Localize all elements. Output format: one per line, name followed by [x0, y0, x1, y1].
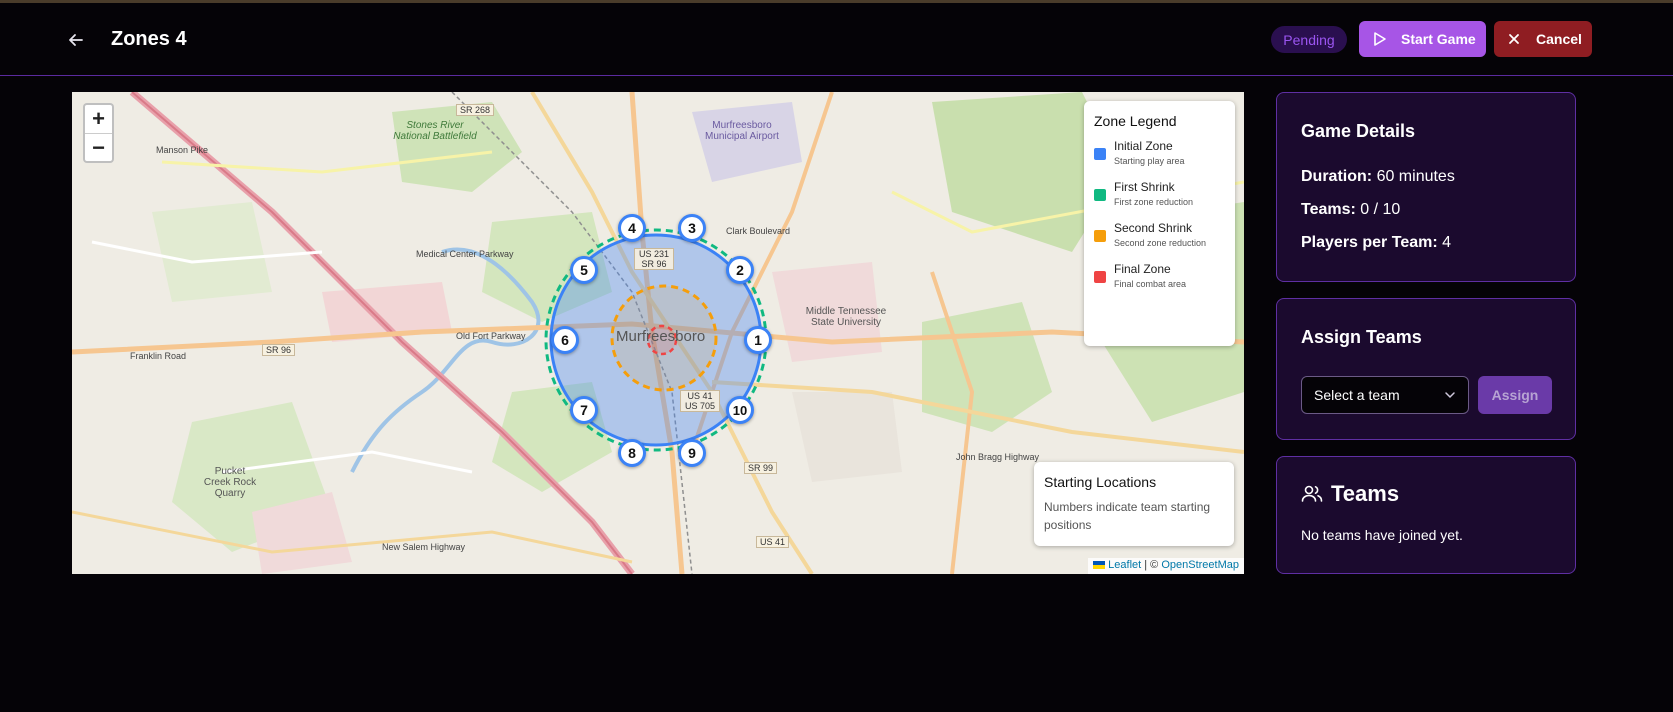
- map-label-mtsu: Middle Tennessee State University: [805, 306, 887, 328]
- team-start-marker-4[interactable]: 4: [618, 214, 646, 242]
- map-shield-us41: US 41: [756, 536, 790, 548]
- teams-count-label: Teams:: [1301, 201, 1356, 218]
- players-per-team-row: Players per Team: 4: [1301, 234, 1551, 252]
- page-header: Zones 4 Pending Start Game Cancel: [0, 3, 1673, 76]
- zoom-in-button[interactable]: +: [85, 105, 112, 133]
- starting-locations-panel: Starting Locations Numbers indicate team…: [1034, 462, 1234, 546]
- zone-legend: Zone Legend Initial Zone Starting play ar…: [1084, 101, 1235, 346]
- team-start-marker-3[interactable]: 3: [678, 214, 706, 242]
- map-label-medical-center: Medical Center Parkway: [416, 249, 514, 259]
- zoom-out-button[interactable]: −: [85, 133, 112, 161]
- page-title: Zones 4: [111, 28, 187, 50]
- teams-count-row: Teams: 0 / 10: [1301, 201, 1551, 219]
- team-select-value: Select a team: [1314, 387, 1400, 403]
- duration-value: 60 minutes: [1376, 168, 1455, 185]
- legend-item-name: Initial Zone: [1114, 139, 1173, 153]
- map-label-manson: Manson Pike: [156, 145, 209, 155]
- cancel-button[interactable]: Cancel: [1494, 21, 1592, 57]
- legend-item-final: Final Zone Final combat area: [1094, 262, 1225, 291]
- game-details-card: Game Details Duration: 60 minutes Teams:…: [1276, 92, 1576, 282]
- map-shield-us41-705: US 41 US 705: [680, 390, 720, 412]
- map-shield-sr99: SR 99: [744, 462, 778, 474]
- duration-row: Duration: 60 minutes: [1301, 168, 1551, 186]
- starting-locations-title: Starting Locations: [1044, 474, 1157, 490]
- start-game-label: Start Game: [1401, 31, 1476, 47]
- map-label-airport: Murfreesboro Municipal Airport: [705, 120, 779, 142]
- teams-header: Teams: [1301, 481, 1551, 507]
- legend-item-name: First Shrink: [1114, 180, 1175, 194]
- legend-item-name: Final Zone: [1114, 262, 1171, 276]
- users-icon: [1301, 485, 1323, 502]
- attribution-separator: | ©: [1141, 559, 1162, 571]
- legend-swatch: [1094, 271, 1106, 283]
- legend-item-desc: First zone reduction: [1114, 197, 1194, 207]
- openstreetmap-link[interactable]: OpenStreetMap: [1161, 559, 1239, 571]
- team-start-marker-5[interactable]: 5: [570, 256, 598, 284]
- legend-swatch: [1094, 189, 1106, 201]
- map-label-john-bragg: John Bragg Highway: [956, 452, 1040, 462]
- assign-button[interactable]: Assign: [1478, 376, 1552, 414]
- team-start-marker-9[interactable]: 9: [678, 439, 706, 467]
- team-select[interactable]: Select a team: [1301, 376, 1469, 414]
- legend-swatch: [1094, 230, 1106, 242]
- back-arrow-icon[interactable]: [66, 30, 86, 50]
- assign-teams-card: Assign Teams Select a team Assign: [1276, 298, 1576, 440]
- teams-count-value: 0 / 10: [1360, 201, 1401, 218]
- team-start-marker-2[interactable]: 2: [726, 256, 754, 284]
- legend-item-name: Second Shrink: [1114, 221, 1193, 235]
- map-label-pucket: Pucket Creek Rock Quarry: [203, 466, 257, 499]
- teams-empty-text: No teams have joined yet.: [1301, 527, 1463, 543]
- game-details-title: Game Details: [1301, 121, 1416, 141]
- legend-item-desc: Final combat area: [1114, 279, 1187, 289]
- close-icon: [1509, 34, 1519, 44]
- players-per-team-value: 4: [1442, 234, 1452, 251]
- teams-card: Teams No teams have joined yet.: [1276, 456, 1576, 574]
- status-badge: Pending: [1271, 26, 1347, 53]
- team-start-marker-7[interactable]: 7: [570, 396, 598, 424]
- legend-item-initial: Initial Zone Starting play area: [1094, 139, 1225, 168]
- game-map[interactable]: Murfreesboro Stones River National Battl…: [72, 92, 1244, 574]
- team-start-marker-8[interactable]: 8: [618, 439, 646, 467]
- map-label-stones-river: Stones River National Battlefield: [393, 120, 477, 142]
- zone-legend-title: Zone Legend: [1094, 113, 1177, 129]
- legend-item-desc: Second zone reduction: [1114, 238, 1207, 248]
- team-start-marker-6[interactable]: 6: [551, 326, 579, 354]
- team-start-marker-1[interactable]: 1: [744, 326, 772, 354]
- leaflet-link[interactable]: Leaflet: [1108, 559, 1141, 571]
- legend-item-first-shrink: First Shrink First zone reduction: [1094, 180, 1225, 209]
- players-per-team-label: Players per Team:: [1301, 234, 1438, 251]
- starting-locations-text: Numbers indicate team starting positions: [1044, 500, 1211, 532]
- assign-teams-title: Assign Teams: [1301, 327, 1422, 347]
- legend-item-second-shrink: Second Shrink Second zone reduction: [1094, 221, 1225, 250]
- map-city-label: Murfreesboro: [616, 328, 706, 345]
- play-icon: [1374, 32, 1386, 46]
- legend-swatch: [1094, 148, 1106, 160]
- ukraine-flag-icon: [1093, 561, 1106, 570]
- start-game-button[interactable]: Start Game: [1359, 21, 1486, 57]
- map-shield-us231: US 231 SR 96: [634, 248, 674, 270]
- duration-label: Duration:: [1301, 168, 1373, 185]
- legend-item-desc: Starting play area: [1114, 156, 1185, 166]
- map-label-new-salem: New Salem Highway: [382, 542, 466, 552]
- teams-title: Teams: [1331, 481, 1400, 506]
- zoom-control: + −: [83, 103, 114, 163]
- map-label-clark: Clark Boulevard: [726, 226, 791, 236]
- cancel-label: Cancel: [1536, 31, 1582, 47]
- map-attribution: Leaflet | © OpenStreetMap: [1088, 558, 1244, 574]
- team-start-marker-10[interactable]: 10: [726, 396, 754, 424]
- map-shield-sr96: SR 96: [262, 344, 296, 356]
- map-shield-sr268: SR 268: [456, 104, 495, 116]
- map-label-franklin: Franklin Road: [130, 351, 187, 361]
- chevron-down-icon: [1445, 392, 1455, 399]
- map-label-old-fort: Old Fort Parkway: [456, 331, 526, 341]
